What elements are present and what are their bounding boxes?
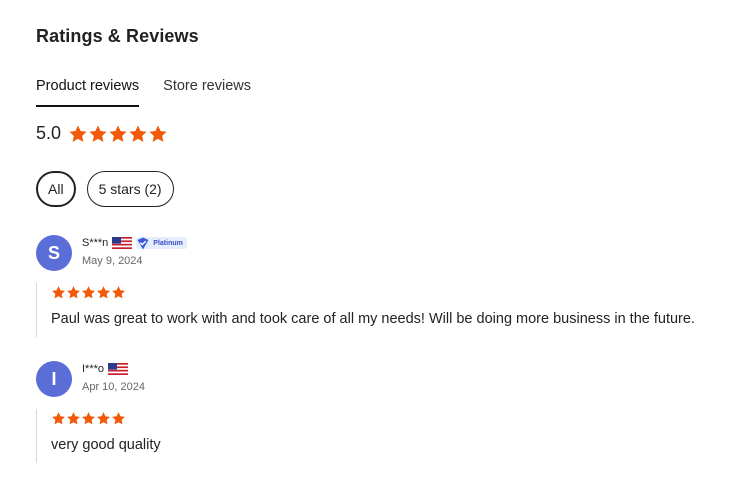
review-date: Apr 10, 2024 — [82, 381, 145, 393]
reviewer-meta: S***n Platinum May 9, 2024 — [82, 235, 187, 267]
star-icon — [52, 286, 65, 299]
review-body: very good quality — [36, 409, 726, 463]
star-icon — [97, 412, 110, 425]
review-stars — [51, 409, 726, 426]
reviewer-name-row: I***o — [82, 362, 145, 376]
review-filters: All 5 stars (2) — [36, 171, 174, 207]
us-flag-icon — [112, 237, 133, 249]
us-flag-icon — [108, 363, 129, 375]
star-icon — [97, 286, 110, 299]
badge-label: Platinum — [153, 239, 183, 247]
star-icon — [52, 412, 65, 425]
star-icon — [67, 412, 80, 425]
summary-stars — [68, 124, 168, 144]
star-icon — [69, 125, 87, 142]
filter-5-stars-chip[interactable]: 5 stars (2) — [86, 171, 174, 207]
review-header: I I***o Apr 10, 2024 — [36, 361, 726, 397]
section-title: Ratings & Reviews — [36, 26, 199, 46]
reviewer-name: S***n — [82, 237, 109, 249]
star-icon — [129, 125, 147, 142]
reviewer-name: I***o — [82, 363, 105, 375]
tab-product-reviews[interactable]: Product reviews — [36, 77, 140, 107]
star-icon — [149, 125, 167, 142]
star-icon — [67, 286, 80, 299]
tab-store-reviews[interactable]: Store reviews — [163, 77, 251, 105]
reviewer-meta: I***o Apr 10, 2024 — [82, 361, 145, 393]
reviewer-name-row: S***n Platinum — [82, 236, 187, 250]
average-score: 5.0 — [36, 123, 62, 143]
avatar: S — [36, 235, 72, 271]
review-date: May 9, 2024 — [82, 255, 143, 267]
ratings-reviews-section: Ratings & Reviews Product reviews Store … — [0, 0, 750, 480]
star-icon — [112, 286, 125, 299]
review-item: S S***n Platinum May 9, 2024 Paul was gr… — [36, 235, 726, 337]
review-tabs: Product reviews Store reviews — [36, 77, 251, 107]
avatar: I — [36, 361, 72, 397]
review-text: very good quality — [51, 437, 161, 453]
review-header: S S***n Platinum May 9, 2024 — [36, 235, 726, 271]
platinum-badge: Platinum — [136, 237, 187, 249]
star-icon — [82, 412, 95, 425]
verified-shield-icon — [137, 237, 149, 249]
review-stars — [51, 283, 726, 300]
star-icon — [89, 125, 107, 142]
review-item: I I***o Apr 10, 2024 very good quality — [36, 361, 726, 463]
rating-summary: 5.0 — [36, 123, 168, 144]
review-body: Paul was great to work with and took car… — [36, 283, 726, 337]
filter-all-chip[interactable]: All — [36, 171, 76, 207]
review-text: Paul was great to work with and took car… — [51, 311, 695, 327]
star-icon — [82, 286, 95, 299]
star-icon — [112, 412, 125, 425]
star-icon — [109, 125, 127, 142]
